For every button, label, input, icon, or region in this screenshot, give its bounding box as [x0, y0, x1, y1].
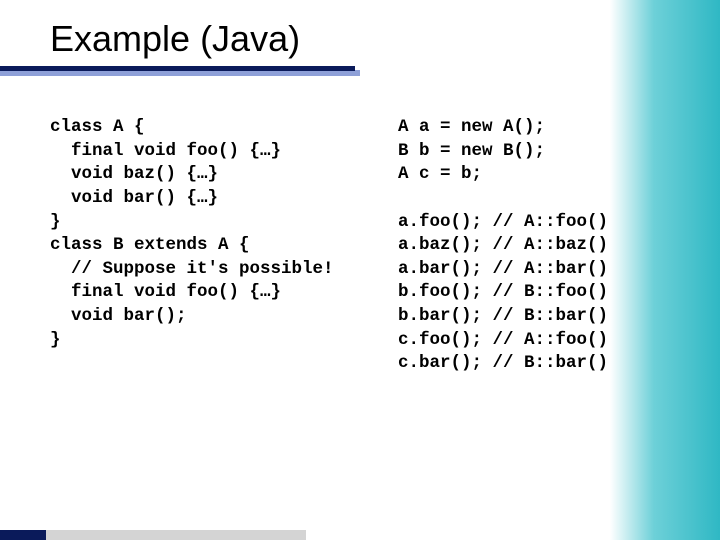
code-right: A a = new A(); B b = new B(); A c = b; a… [398, 116, 720, 376]
title-block: Example (Java) [50, 18, 720, 76]
slide-title: Example (Java) [50, 18, 720, 60]
title-rule [0, 66, 630, 76]
footer-bar [0, 530, 720, 540]
slide-content: Example (Java) class A { final void foo(… [0, 0, 720, 376]
footer-segment-gray [46, 530, 306, 540]
code-left: class A { final void foo() {…} void baz(… [50, 116, 380, 376]
footer-segment-dark [0, 530, 46, 540]
footer-segment-empty [306, 530, 720, 540]
code-columns: class A { final void foo() {…} void baz(… [50, 116, 720, 376]
title-rule-main [0, 66, 355, 71]
